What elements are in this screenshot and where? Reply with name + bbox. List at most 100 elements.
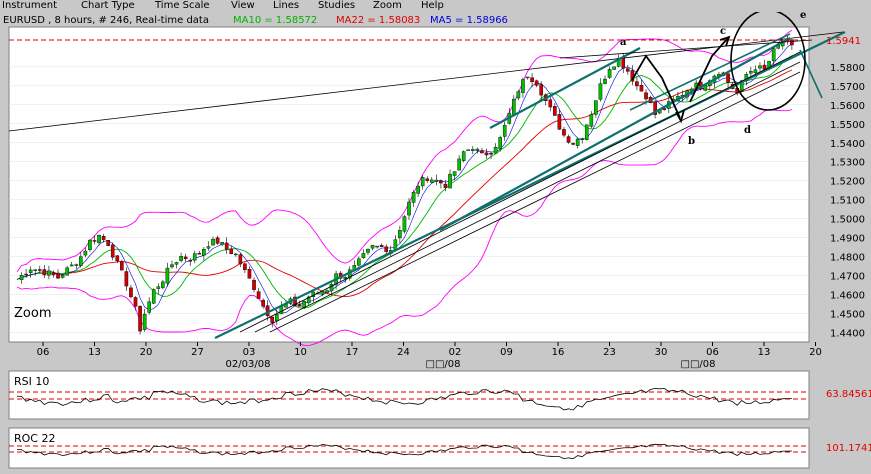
candle — [484, 152, 489, 156]
x-tick-label: 13 — [758, 347, 771, 358]
annotation-e: e — [800, 12, 806, 21]
candle — [69, 264, 74, 267]
candle — [115, 255, 120, 262]
candle — [197, 252, 202, 255]
candle — [88, 239, 92, 250]
candle — [398, 230, 402, 239]
roc-label: ROC 22 — [14, 432, 55, 445]
y-tick-label: 1.4700 — [830, 272, 865, 283]
candle — [188, 260, 193, 262]
annotation-c: c — [720, 26, 726, 37]
candle — [625, 68, 630, 72]
candle — [357, 258, 361, 266]
candle — [644, 92, 648, 100]
candle — [393, 239, 398, 250]
candle — [33, 269, 38, 271]
candle — [589, 114, 594, 127]
candle — [211, 238, 215, 246]
candle — [252, 279, 256, 290]
x-sublabel: □□/08 — [426, 359, 461, 370]
candle — [612, 66, 616, 70]
y-tick-label: 1.4400 — [830, 329, 865, 340]
candle — [502, 124, 507, 137]
y-tick-label: 1.5000 — [830, 215, 865, 226]
menu-zoom[interactable]: Zoom — [373, 0, 402, 12]
menu-instrument[interactable]: Instrument — [2, 0, 57, 12]
candle — [238, 254, 243, 265]
candle — [553, 106, 557, 116]
menu-view[interactable]: View — [231, 0, 255, 12]
rsi-level: 63.84561 — [826, 389, 871, 400]
candle — [83, 250, 88, 256]
candle — [411, 191, 416, 203]
candle — [475, 148, 480, 152]
candle — [224, 242, 229, 250]
candle — [425, 178, 430, 181]
y-tick-label: 1.5800 — [830, 63, 865, 74]
x-tick-label: 23 — [603, 347, 616, 358]
x-tick-label: 06 — [37, 347, 50, 358]
candle — [302, 301, 306, 308]
zoom-label[interactable]: Zoom — [14, 306, 51, 321]
candle — [133, 297, 138, 307]
candle — [498, 137, 502, 149]
y-tick-label: 1.5400 — [830, 139, 865, 150]
annotation-b: b — [688, 136, 695, 147]
menu-help[interactable]: Help — [421, 0, 444, 12]
candle — [726, 73, 730, 83]
symbol-info: EURUSD , 8 hours, # 246, Real-time data — [3, 15, 209, 26]
rsi-label: RSI 10 — [14, 375, 49, 388]
candle — [233, 253, 238, 256]
candle — [206, 246, 211, 249]
candle — [165, 267, 170, 284]
x-tick-label: 20 — [809, 347, 822, 358]
candle — [493, 147, 498, 154]
candle — [24, 273, 28, 276]
candle — [270, 316, 275, 323]
candle — [439, 180, 443, 184]
rsi-panel[interactable] — [8, 370, 810, 420]
y-tick-label: 1.5700 — [830, 82, 865, 93]
candle — [192, 253, 197, 261]
candle — [580, 138, 585, 140]
candle — [420, 177, 425, 187]
candle — [384, 246, 389, 252]
candle — [366, 248, 370, 253]
candle — [452, 171, 457, 176]
candle — [97, 235, 101, 243]
x-tick-label: 20 — [140, 347, 153, 358]
candle — [443, 183, 448, 188]
candle — [516, 91, 521, 99]
menu-lines[interactable]: Lines — [273, 0, 299, 12]
candle — [598, 83, 603, 100]
candle — [138, 306, 142, 332]
candle — [79, 256, 83, 266]
candle — [584, 124, 589, 140]
candle — [489, 153, 493, 155]
candle — [603, 78, 607, 84]
candle — [279, 306, 284, 315]
annotation-a: a — [620, 37, 627, 48]
menu-studies[interactable]: Studies — [318, 0, 355, 12]
x-tick-label: 09 — [500, 347, 513, 358]
x-tick-label: 02 — [449, 347, 462, 358]
y-tick-label: 1.4800 — [830, 253, 865, 264]
chart-area[interactable]: EURUSD , 8 hours, # 246, Real-time data … — [0, 12, 871, 474]
menu-chart-type[interactable]: Chart Type — [81, 0, 135, 12]
candle — [525, 76, 530, 79]
menu-time-scale[interactable]: Time Scale — [155, 0, 210, 12]
menu-bar: Instrument Chart Type Time Scale View Li… — [0, 0, 871, 12]
candle — [161, 281, 165, 288]
x-tick-label: 24 — [397, 347, 410, 358]
candle — [74, 264, 79, 266]
candle — [28, 269, 33, 274]
candle — [220, 242, 224, 245]
candle — [361, 253, 366, 258]
candle — [129, 287, 133, 298]
candle — [566, 136, 571, 143]
candle — [142, 313, 147, 330]
candle — [758, 65, 762, 69]
candle — [448, 173, 452, 189]
candle — [461, 151, 466, 161]
x-tick-label: 06 — [706, 347, 719, 358]
